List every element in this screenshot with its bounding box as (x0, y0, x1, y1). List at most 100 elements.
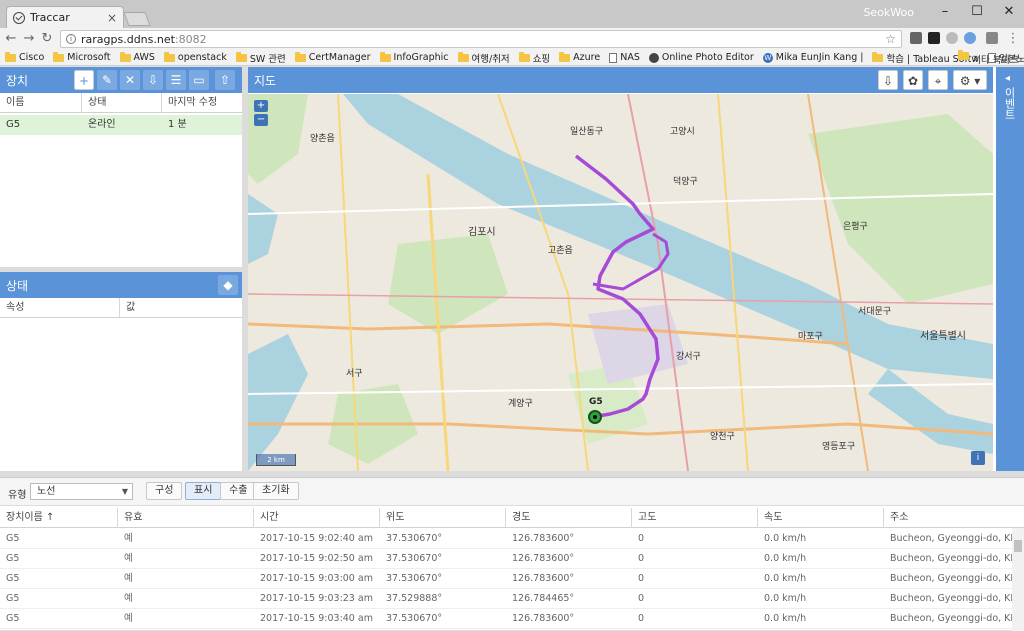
reload-icon[interactable]: ↻ (40, 31, 54, 46)
bookmark-link[interactable]: NAS (609, 52, 640, 63)
export-button[interactable]: 수출 (220, 482, 257, 500)
attributes-icon[interactable]: ☰ (166, 70, 186, 90)
profile-name[interactable]: SeokWoo (863, 6, 914, 19)
bookmark-folder[interactable]: AWS (119, 51, 155, 63)
column-header-attribute[interactable]: 속성 (0, 298, 120, 318)
report-panel: 유형 노선 ▼ 구성 표시 수출 초기화 장치이름 ↑ 유효 시간 위도 경도 … (0, 477, 1024, 631)
browser-navbar: ← → ↻ i raragps.ddns.net:8082 ☆ ⋮ (0, 28, 1024, 50)
close-tab-icon[interactable]: × (107, 11, 117, 25)
bookmark-folder[interactable]: Cisco (5, 51, 44, 63)
close-window-icon[interactable]: ✕ (994, 2, 1024, 22)
bookmark-folder[interactable]: 쇼핑 (518, 51, 550, 65)
bookmark-link[interactable]: Online Photo Editor (648, 52, 754, 63)
table-row[interactable]: G5 예 2017-10-15 9:02:50 am 37.530670° 12… (0, 549, 1012, 569)
state-panel-header: 상태 ◆ (0, 272, 242, 298)
bookmark-folder[interactable]: Azure (559, 51, 600, 63)
zoom-out-button[interactable]: − (254, 114, 268, 126)
column-header-latitude[interactable]: 위도 (380, 508, 506, 528)
bookmark-folder[interactable]: Microsoft (53, 51, 111, 63)
extension-icon[interactable] (986, 32, 998, 44)
new-tab-button[interactable] (123, 12, 151, 26)
edit-device-icon[interactable]: ✎ (97, 70, 117, 90)
follow-icon[interactable]: ✿ (903, 70, 923, 90)
cell-latitude: 37.529888° (386, 593, 443, 604)
table-row[interactable]: G5 예 2017-10-15 9:03:23 am 37.529888° 12… (0, 589, 1012, 609)
configure-button[interactable]: 구성 (146, 482, 183, 500)
device-row[interactable]: G5 온라인 1 분 (0, 115, 242, 135)
map-attribution-icon[interactable]: i (971, 451, 985, 465)
cell-valid: 예 (124, 613, 133, 624)
folder-icon (5, 51, 16, 62)
column-header-longitude[interactable]: 경도 (506, 508, 632, 528)
column-header-device[interactable]: 장치이름 ↑ (0, 508, 118, 528)
column-header-value[interactable]: 값 (120, 298, 242, 318)
map-place-label: 서대문구 (858, 307, 892, 317)
send-command-icon[interactable]: ⇧ (215, 70, 235, 90)
cloud-extension-icon[interactable] (964, 32, 976, 44)
events-panel-collapsed[interactable]: ◂ 이벤트 (996, 67, 1024, 471)
bookmark-folder[interactable]: CertManager (294, 51, 371, 63)
bookmark-folder[interactable]: 여행/취저 (457, 51, 510, 65)
column-header-address[interactable]: 주소 (884, 508, 1024, 528)
geofences-icon[interactable]: ⇩ (143, 70, 163, 90)
map-canvas[interactable] (248, 94, 993, 471)
commands-icon[interactable]: ▭ (189, 70, 209, 90)
map-view[interactable]: 일산동구 고양시 양촌읍 김포시 고촌읍 덕양구 은평구 서대문구 강서구 마포… (248, 94, 993, 471)
other-bookmarks[interactable]: 기타 북마크 (958, 50, 1019, 65)
cell-altitude: 0 (638, 593, 645, 604)
column-header-name[interactable]: 이름 (0, 93, 82, 113)
cell-speed: 0.0 km/h (764, 573, 807, 584)
scrollbar-thumb[interactable] (1014, 540, 1022, 552)
map-place-label: 양촌읍 (310, 134, 335, 144)
show-reports-icon[interactable]: ⇩ (878, 70, 898, 90)
column-header-last-update[interactable]: 마지막 수정 (162, 93, 242, 113)
column-header-valid[interactable]: 유효 (118, 508, 254, 528)
table-row[interactable]: G5 예 2017-10-15 9:03:00 am 37.530670° 12… (0, 569, 1012, 589)
column-header-altitude[interactable]: 고도 (632, 508, 758, 528)
bookmark-link[interactable]: W Mika EunJin Kang | (762, 52, 863, 63)
column-header-time[interactable]: 시간 (254, 508, 380, 528)
tag-icon[interactable]: ◆ (218, 275, 238, 295)
cell-valid: 예 (124, 573, 133, 584)
zoom-in-button[interactable]: + (254, 100, 268, 112)
reset-button[interactable]: 초기화 (253, 482, 299, 500)
bookmark-folder[interactable]: openstack (163, 51, 227, 63)
extension-icon[interactable] (910, 32, 922, 44)
bookmark-folder[interactable]: InfoGraphic (379, 51, 449, 63)
bookmarks-bar: Cisco Microsoft AWS openstack SW 관련 Cert… (0, 50, 1024, 66)
settings-gear-icon[interactable]: ⚙ ▾ (953, 70, 987, 90)
chrome-menu-icon[interactable]: ⋮ (1006, 31, 1020, 46)
add-device-button[interactable]: + (74, 70, 94, 90)
report-type-value: 노선 (37, 486, 56, 497)
locate-icon[interactable]: ⌖ (928, 70, 948, 90)
browser-tab[interactable]: Traccar × (6, 6, 124, 28)
cell-speed: 0.0 km/h (764, 593, 807, 604)
report-grid-header: 장치이름 ↑ 유효 시간 위도 경도 고도 속도 주소 (0, 508, 1024, 528)
maximize-icon[interactable]: ☐ (962, 2, 992, 22)
back-icon[interactable]: ← (4, 31, 18, 46)
expand-events-icon[interactable]: ◂ (1005, 73, 1010, 84)
minimize-icon[interactable]: – (930, 2, 960, 22)
site-icon (648, 52, 659, 63)
address-bar[interactable]: i raragps.ddns.net:8082 ☆ (60, 30, 902, 48)
map-place-label: 서울특별시 (920, 331, 966, 342)
table-row[interactable]: G5 예 2017-10-15 9:02:40 am 37.530670° 12… (0, 529, 1012, 549)
cell-device: G5 (6, 613, 20, 624)
bookmark-folder[interactable]: SW 관련 (235, 51, 286, 65)
column-header-speed[interactable]: 속도 (758, 508, 884, 528)
folder-icon (294, 51, 306, 62)
cell-address: Bucheon, Gyeonggi-do, KR (890, 533, 1012, 544)
site-info-icon[interactable]: i (66, 34, 76, 44)
map-place-label: 고촌읍 (548, 246, 573, 256)
forward-icon[interactable]: → (22, 31, 36, 46)
state-grid-header: 속성 값 (0, 298, 242, 318)
extension-icon[interactable] (928, 32, 940, 44)
column-header-status[interactable]: 상태 (82, 93, 162, 113)
show-button[interactable]: 표시 (185, 482, 222, 500)
remove-device-icon[interactable]: ✕ (120, 70, 140, 90)
report-scrollbar[interactable] (1012, 528, 1024, 631)
report-type-select[interactable]: 노선 ▼ (30, 483, 133, 500)
bookmark-star-icon[interactable]: ☆ (885, 32, 896, 46)
extension-icon[interactable] (946, 32, 958, 44)
table-row[interactable]: G5 예 2017-10-15 9:03:40 am 37.530670° 12… (0, 609, 1012, 629)
